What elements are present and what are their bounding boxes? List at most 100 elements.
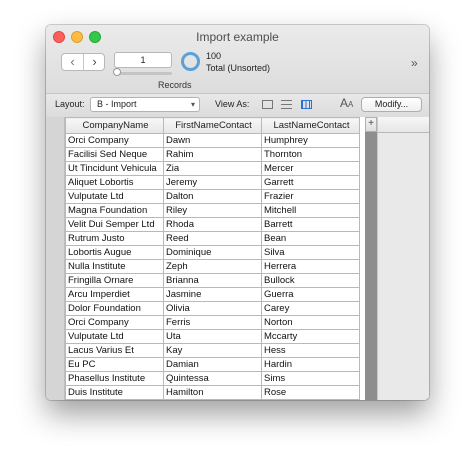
cell-companyname[interactable]: Dolor Foundation [65, 301, 164, 316]
cell-lastnamecontact[interactable]: Garrett [261, 175, 360, 190]
table-row[interactable]: Lacus Varius Et Kay Hess [65, 343, 360, 358]
table-row[interactable]: Rutrum Justo Reed Bean [65, 231, 360, 246]
cell-lastnamecontact[interactable]: Mercer [261, 161, 360, 176]
cell-firstnamecontact[interactable]: Uta [163, 329, 262, 344]
cell-companyname[interactable]: Lacus Varius Et [65, 343, 164, 358]
cell-companyname[interactable]: Vulputate Ltd [65, 189, 164, 204]
cell-firstnamecontact[interactable]: Jeremy [163, 175, 262, 190]
record-slider-track[interactable] [114, 72, 172, 75]
current-record-field[interactable]: 1 [114, 52, 172, 68]
cell-firstnamecontact[interactable]: Dalton [163, 189, 262, 204]
cell-firstnamecontact[interactable]: Damian [163, 357, 262, 372]
cell-lastnamecontact[interactable]: Hardin [261, 357, 360, 372]
cell-companyname[interactable]: Orci Company [65, 315, 164, 330]
table-row[interactable]: Ut Tincidunt Vehicula Zia Mercer [65, 161, 360, 176]
cell-firstnamecontact[interactable]: Zia [163, 161, 262, 176]
table-row[interactable]: Arcu Imperdiet Jasmine Guerra [65, 287, 360, 302]
cell-firstnamecontact[interactable]: Rhoda [163, 217, 262, 232]
table-row[interactable]: Facilisi Sed Neque Rahim Thornton [65, 147, 360, 162]
cell-lastnamecontact[interactable]: Sims [261, 371, 360, 386]
table-row[interactable]: Phasellus Institute Quintessa Sims [65, 371, 360, 386]
cell-lastnamecontact[interactable]: Thornton [261, 147, 360, 162]
font-size-icon[interactable]: AA [340, 96, 353, 110]
cell-lastnamecontact[interactable]: Bean [261, 231, 360, 246]
cell-lastnamecontact[interactable]: Rose [261, 385, 360, 400]
cell-lastnamecontact[interactable]: Bullock [261, 273, 360, 288]
cell-companyname[interactable]: Phasellus Institute [65, 371, 164, 386]
cell-lastnamecontact[interactable]: Herrera [261, 259, 360, 274]
table-row[interactable]: Aliquet Lobortis Jeremy Garrett [65, 175, 360, 190]
cell-companyname[interactable]: Aliquet Lobortis [65, 175, 164, 190]
record-selector-column[interactable] [46, 117, 65, 400]
table-row[interactable]: Orci Company Dawn Humphrey [65, 133, 360, 148]
cell-companyname[interactable]: Velit Dui Semper Ltd [65, 217, 164, 232]
cell-firstnamecontact[interactable]: Jasmine [163, 287, 262, 302]
cell-lastnamecontact[interactable]: Carey [261, 301, 360, 316]
cell-companyname[interactable]: Ut Tincidunt Vehicula [65, 161, 164, 176]
column-header-firstnamecontact[interactable]: FirstNameContact [163, 117, 262, 134]
cell-companyname[interactable]: Rutrum Justo [65, 231, 164, 246]
cell-firstnamecontact[interactable]: Olivia [163, 301, 262, 316]
cell-lastnamecontact[interactable]: Mitchell [261, 203, 360, 218]
cell-firstnamecontact[interactable]: Ferris [163, 315, 262, 330]
table-row[interactable]: Fringilla Ornare Brianna Bullock [65, 273, 360, 288]
cell-lastnamecontact[interactable]: Humphrey [261, 133, 360, 148]
column-header-lastnamecontact[interactable]: LastNameContact [261, 117, 360, 134]
cell-firstnamecontact[interactable]: Kay [163, 343, 262, 358]
toolbar-overflow-button[interactable]: » [411, 56, 418, 70]
empty-area [377, 117, 429, 400]
cell-companyname[interactable]: Magna Foundation [65, 203, 164, 218]
record-slider-thumb[interactable] [113, 68, 121, 76]
cell-firstnamecontact[interactable]: Hamilton [163, 385, 262, 400]
cell-lastnamecontact[interactable]: Silva [261, 245, 360, 260]
cell-firstnamecontact[interactable]: Reed [163, 231, 262, 246]
table-row[interactable]: Lobortis Augue Dominique Silva [65, 245, 360, 260]
column-header-companyname[interactable]: CompanyName [65, 117, 164, 134]
table-row[interactable]: Vulputate Ltd Dalton Frazier [65, 189, 360, 204]
prev-record-icon[interactable]: ‹ [62, 54, 84, 70]
table-row[interactable]: Duis Institute Hamilton Rose [65, 385, 360, 400]
add-column-button[interactable]: + [365, 117, 377, 132]
table-row[interactable]: Nulla Institute Zeph Herrera [65, 259, 360, 274]
table-row[interactable]: Velit Dui Semper Ltd Rhoda Barrett [65, 217, 360, 232]
table-view: CompanyName FirstNameContact LastNameCon… [46, 117, 429, 400]
found-status: Total (Unsorted) [206, 63, 271, 73]
cell-lastnamecontact[interactable]: Norton [261, 315, 360, 330]
table-row[interactable]: Vulputate Ltd Uta Mccarty [65, 329, 360, 344]
cell-firstnamecontact[interactable]: Dominique [163, 245, 262, 260]
cell-lastnamecontact[interactable]: Mccarty [261, 329, 360, 344]
next-record-icon[interactable]: › [84, 54, 105, 70]
view-as-label: View As: [215, 99, 250, 109]
cell-firstnamecontact[interactable]: Quintessa [163, 371, 262, 386]
table-row[interactable]: Eu PC Damian Hardin [65, 357, 360, 372]
cell-lastnamecontact[interactable]: Barrett [261, 217, 360, 232]
cell-companyname[interactable]: Arcu Imperdiet [65, 287, 164, 302]
layout-dropdown[interactable]: B - Import ▾ [90, 97, 200, 112]
table-row[interactable]: Dolor Foundation Olivia Carey [65, 301, 360, 316]
cell-companyname[interactable]: Facilisi Sed Neque [65, 147, 164, 162]
record-count: 100 [206, 51, 222, 61]
cell-companyname[interactable]: Eu PC [65, 357, 164, 372]
cell-firstnamecontact[interactable]: Brianna [163, 273, 262, 288]
cell-firstnamecontact[interactable]: Dawn [163, 133, 262, 148]
cell-companyname[interactable]: Fringilla Ornare [65, 273, 164, 288]
cell-companyname[interactable]: Lobortis Augue [65, 245, 164, 260]
table-row[interactable]: Magna Foundation Riley Mitchell [65, 203, 360, 218]
cell-lastnamecontact[interactable]: Guerra [261, 287, 360, 302]
cell-companyname[interactable]: Nulla Institute [65, 259, 164, 274]
table-view-icon[interactable] [301, 100, 312, 109]
cell-firstnamecontact[interactable]: Rahim [163, 147, 262, 162]
modify-button[interactable]: Modify... [361, 97, 422, 112]
table-row[interactable]: Orci Company Ferris Norton [65, 315, 360, 330]
cell-companyname[interactable]: Vulputate Ltd [65, 329, 164, 344]
cell-companyname[interactable]: Duis Institute [65, 385, 164, 400]
cell-firstnamecontact[interactable]: Zeph [163, 259, 262, 274]
cell-firstnamecontact[interactable]: Riley [163, 203, 262, 218]
cell-lastnamecontact[interactable]: Frazier [261, 189, 360, 204]
list-view-icon[interactable] [281, 100, 292, 109]
cell-companyname[interactable]: Orci Company [65, 133, 164, 148]
form-view-icon[interactable] [262, 100, 273, 109]
empty-header [378, 117, 429, 133]
cell-lastnamecontact[interactable]: Hess [261, 343, 360, 358]
header-row: CompanyName FirstNameContact LastNameCon… [65, 117, 360, 134]
